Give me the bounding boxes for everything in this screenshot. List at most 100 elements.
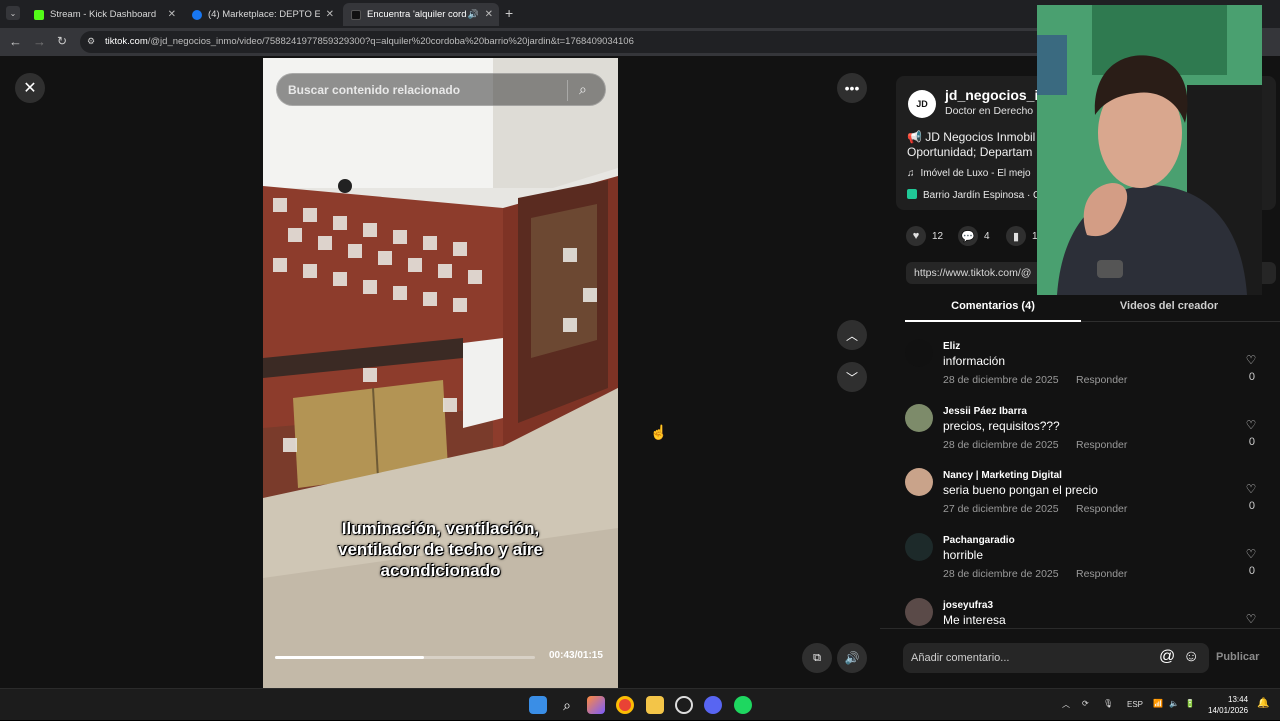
- comment-like-icon[interactable]: ♡: [1244, 418, 1258, 432]
- forward-button[interactable]: →: [33, 34, 46, 49]
- tab-kick-dashboard[interactable]: Stream - Kick Dashboard ✕: [26, 3, 182, 26]
- tab-comments[interactable]: Comentarios (4): [905, 300, 1081, 312]
- comment-item: Nancy | Marketing Digital seria bueno po…: [905, 468, 1275, 528]
- comment-item: joseyufra3 Me interesa ♡: [905, 598, 1275, 626]
- music-link[interactable]: ♫ Imóvel de Luxo - El mejo: [907, 168, 1031, 179]
- microphone-icon[interactable]: 🎙: [1103, 699, 1113, 708]
- comment-text: horrible: [943, 548, 984, 562]
- spotify-icon[interactable]: [734, 696, 752, 714]
- comment-text: precios, requisitos???: [943, 419, 1060, 433]
- commenter-avatar[interactable]: [905, 339, 933, 367]
- next-video-button[interactable]: ﹀: [837, 362, 867, 392]
- commenter-name[interactable]: Nancy | Marketing Digital: [943, 470, 1062, 481]
- commenter-avatar[interactable]: [905, 404, 933, 432]
- previous-video-button[interactable]: ︿: [837, 320, 867, 350]
- volume-button[interactable]: 🔊: [837, 643, 867, 673]
- comment-text: seria bueno pongan el precio: [943, 483, 1098, 497]
- back-button[interactable]: ←: [9, 34, 22, 49]
- battery-icon[interactable]: 🔋: [1185, 699, 1195, 708]
- windows-start-icon[interactable]: [529, 696, 547, 714]
- discord-icon[interactable]: [704, 696, 722, 714]
- obs-icon[interactable]: [675, 696, 693, 714]
- tab-search-dropdown-icon[interactable]: ⌄: [6, 6, 20, 20]
- comment-like-count: 0: [1248, 371, 1255, 383]
- author-avatar[interactable]: JD: [908, 90, 936, 118]
- reply-button[interactable]: Responder: [1076, 503, 1127, 515]
- comment-item: Pachangaradio horrible 28 de diciembre d…: [905, 533, 1275, 593]
- video-frame: [263, 58, 618, 688]
- copilot-icon[interactable]: [587, 696, 605, 714]
- comment-like-icon[interactable]: ♡: [1244, 482, 1258, 496]
- tab-marketplace[interactable]: (4) Marketplace: DEPTO EN ALQ ✕: [184, 3, 340, 26]
- close-tab-icon[interactable]: ✕: [168, 9, 176, 20]
- close-tab-icon[interactable]: ✕: [485, 9, 493, 20]
- video-caption: Iluminación, ventilación, ventilador de …: [263, 518, 618, 581]
- video-player[interactable]: Buscar contenido relacionado ⌕ Iluminaci…: [263, 58, 618, 688]
- tab-creator-videos[interactable]: Videos del creador: [1081, 300, 1257, 312]
- site-info-icon[interactable]: ⚙: [87, 36, 95, 47]
- comment-stat[interactable]: 💬 4: [958, 226, 990, 246]
- tiktok-favicon-icon: [351, 9, 361, 20]
- wifi-icon[interactable]: 📶: [1153, 699, 1163, 708]
- close-video-button[interactable]: ✕: [15, 73, 45, 103]
- input-language[interactable]: ESP: [1127, 700, 1143, 709]
- commenter-name[interactable]: Eliz: [943, 341, 960, 352]
- video-stage: ✕ Buscar contenido relacionado ⌕ Ilumina…: [0, 56, 880, 688]
- location-pin-icon: [907, 189, 917, 199]
- video-time: 00:43/01:15: [549, 650, 603, 661]
- location-link[interactable]: Barrio Jardín Espinosa · C: [907, 189, 1040, 201]
- chrome-icon[interactable]: [616, 696, 634, 714]
- comment-item: Eliz información 28 de diciembre de 2025…: [905, 339, 1275, 399]
- speaker-icon[interactable]: 🔈: [1169, 699, 1179, 708]
- tray-overflow-icon[interactable]: ︿: [1062, 699, 1070, 710]
- caption-line: acondicionado: [380, 561, 501, 580]
- search-placeholder: Buscar contenido relacionado: [288, 83, 461, 97]
- reply-button[interactable]: Responder: [1076, 439, 1127, 451]
- mouse-cursor-icon: ☝: [650, 424, 668, 440]
- webcam-feed: [1037, 5, 1262, 295]
- url-domain: tiktok.com: [105, 36, 148, 47]
- commenter-name[interactable]: Pachangaradio: [943, 535, 1015, 546]
- more-options-button[interactable]: •••: [837, 73, 867, 103]
- notifications-icon[interactable]: 🔔: [1257, 698, 1269, 709]
- commenter-name[interactable]: Jessii Páez Ibarra: [943, 406, 1027, 417]
- save-stat[interactable]: ▮ 1: [1006, 226, 1038, 246]
- facebook-favicon-icon: [192, 9, 202, 20]
- system-clock[interactable]: 13:44 14/01/2026: [1208, 694, 1248, 716]
- search-icon[interactable]: ⌕: [558, 696, 576, 714]
- audio-playing-icon[interactable]: 🔊: [468, 9, 479, 20]
- comment-input[interactable]: Añadir comentario... @ ☺: [903, 643, 1209, 673]
- author-username[interactable]: jd_negocios_in: [945, 87, 1047, 103]
- reply-button[interactable]: Responder: [1076, 568, 1127, 580]
- commenter-avatar[interactable]: [905, 533, 933, 561]
- emoji-icon[interactable]: ☺: [1183, 648, 1199, 666]
- publish-button[interactable]: Publicar: [1216, 651, 1259, 663]
- new-tab-button[interactable]: +: [505, 5, 513, 21]
- like-count: 12: [932, 230, 944, 242]
- kick-favicon-icon: [34, 9, 44, 20]
- comment-date: 28 de diciembre de 2025: [943, 439, 1059, 451]
- commenter-avatar[interactable]: [905, 598, 933, 626]
- bookmark-icon: ▮: [1006, 226, 1026, 246]
- mention-icon[interactable]: @: [1159, 648, 1175, 666]
- reply-button[interactable]: Responder: [1076, 374, 1127, 386]
- comment-like-icon[interactable]: ♡: [1244, 612, 1258, 626]
- webcam-overlay: [1037, 5, 1262, 295]
- commenter-name[interactable]: joseyufra3: [943, 600, 993, 611]
- commenter-avatar[interactable]: [905, 468, 933, 496]
- comment-like-count: 0: [1248, 436, 1255, 448]
- search-icon[interactable]: ⌕: [579, 81, 587, 98]
- windows-taskbar: ⌕ ︿ ⟳ 🎙 ESP 📶 🔈 🔋 13:44 14/01/2026 🔔: [0, 688, 1280, 720]
- comment-like-icon[interactable]: ♡: [1244, 353, 1258, 367]
- panel-tabs: Comentarios (4) Videos del creador: [905, 296, 1280, 322]
- like-stat[interactable]: ♥ 12: [906, 226, 943, 246]
- file-explorer-icon[interactable]: [646, 696, 664, 714]
- reload-button[interactable]: ↻: [57, 34, 67, 48]
- comment-like-icon[interactable]: ♡: [1244, 547, 1258, 561]
- close-tab-icon[interactable]: ✕: [326, 9, 334, 20]
- related-search-input[interactable]: Buscar contenido relacionado ⌕: [276, 73, 606, 106]
- tab-tiktok-active[interactable]: Encuentra 'alquiler cordoba 🔊 ✕: [343, 3, 499, 26]
- sync-icon[interactable]: ⟳: [1082, 699, 1089, 708]
- floating-player-button[interactable]: ⧉: [802, 643, 832, 673]
- video-progress-bar[interactable]: [275, 656, 535, 659]
